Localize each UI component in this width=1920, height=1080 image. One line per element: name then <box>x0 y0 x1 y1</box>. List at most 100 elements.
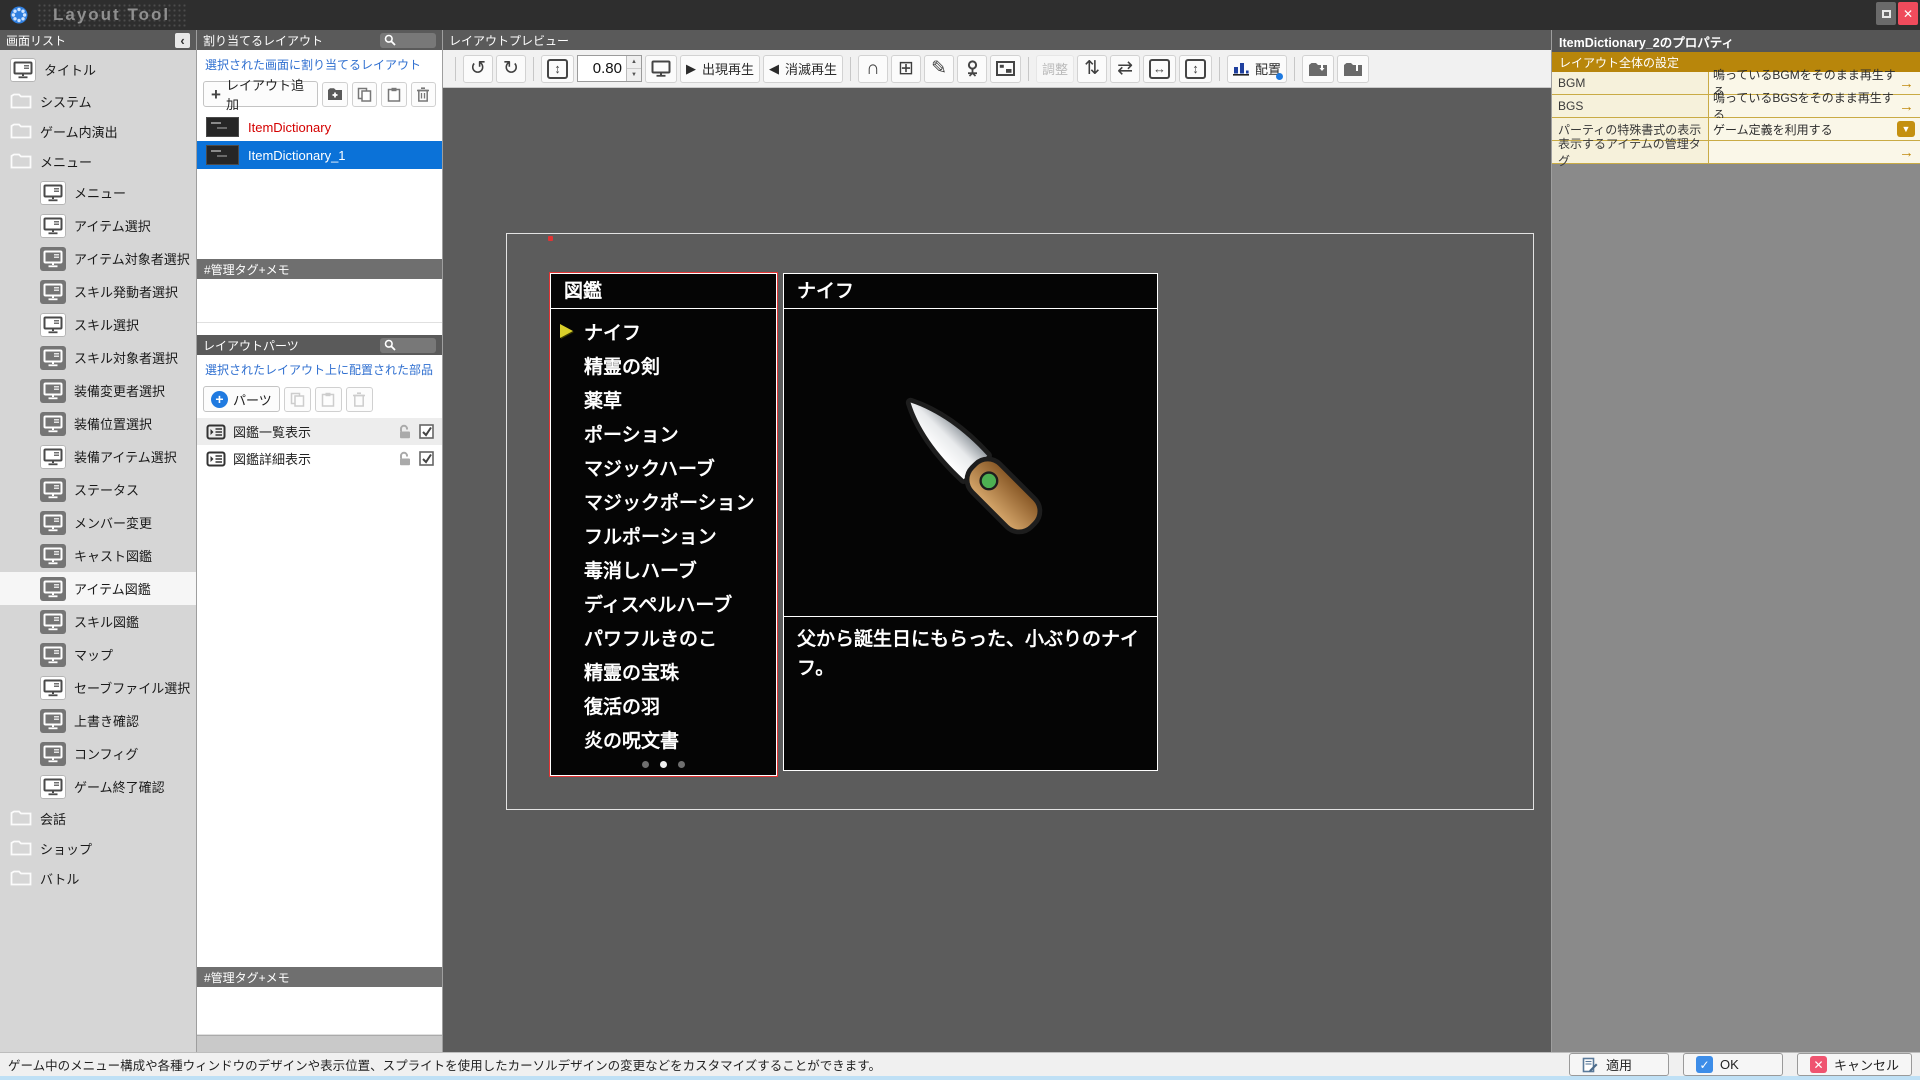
screen-list-label: システム <box>40 94 92 110</box>
maximize-button[interactable] <box>1876 2 1896 25</box>
part-list-icon <box>206 451 226 466</box>
screen-list-item[interactable]: バトル <box>0 863 196 893</box>
visible-checkbox[interactable] <box>419 424 434 439</box>
layout-search-box[interactable] <box>380 32 436 48</box>
dictionary-list-window[interactable]: 図鑑 ナイフ 精霊の剣 薬草 ポーション マジックハーブ マジックポーション フ… <box>549 272 778 777</box>
screen-size-button[interactable] <box>645 54 677 83</box>
screen-list-item[interactable]: 装備位置選択 <box>0 407 196 440</box>
copy-layout-button[interactable] <box>351 81 378 107</box>
screen-icon <box>40 576 66 601</box>
screen-list-item[interactable]: 上書き確認 <box>0 704 196 737</box>
preview-canvas[interactable]: 図鑑 ナイフ 精霊の剣 薬草 ポーション マジックハーブ マジックポーション フ… <box>443 88 1551 1052</box>
paste-part-button[interactable] <box>314 386 342 412</box>
screen-list-item[interactable]: スキル図鑑 <box>0 605 196 638</box>
screen-list-item[interactable]: コンフィグ <box>0 737 196 770</box>
assigned-layout-panel: 割り当てるレイアウト 選択された画面に割り当てるレイアウト + レイアウト追加 <box>197 30 443 1052</box>
screen-list-item[interactable]: スキル対象者選択 <box>0 341 196 374</box>
property-row[interactable]: 表示するアイテムの管理タグ → ▼ <box>1552 137 1920 168</box>
zoom-input[interactable] <box>578 56 626 81</box>
screen-list-label: スキル選択 <box>74 318 140 333</box>
add-part-button[interactable]: + パーツ <box>203 386 280 412</box>
screen-list-item[interactable]: キャスト図鑑 <box>0 539 196 572</box>
screen-list-item[interactable]: アイテム対象者選択 <box>0 242 196 275</box>
parts-search-box[interactable] <box>380 337 436 353</box>
undo-button[interactable]: ↺ <box>463 54 493 83</box>
layout-list-item[interactable]: ItemDictionary_1 <box>197 141 442 169</box>
appear-play-button[interactable]: ▶ 出現再生 <box>680 54 761 83</box>
screen-list-item[interactable]: メニュー <box>0 176 196 209</box>
grid-button[interactable]: ⊞ <box>891 54 922 83</box>
flip-vertical-button[interactable]: ⇅ <box>1077 54 1108 83</box>
thumbnail-layout-button[interactable] <box>990 54 1022 83</box>
screen-list-item[interactable]: ゲーム内演出 <box>0 116 196 146</box>
property-dropdown-icon[interactable]: ▼ <box>1897 121 1915 137</box>
dictionary-detail-window[interactable]: ナイフ 父から誕生日にもらった、小ぶりのナイフ。 <box>783 273 1158 771</box>
selection-cursor-icon <box>560 324 573 338</box>
property-detail-arrow[interactable]: → <box>1899 98 1916 115</box>
paste-icon <box>322 392 335 407</box>
screen-list-item[interactable]: 装備変更者選択 <box>0 374 196 407</box>
property-row[interactable]: BGS 鳴っているBGSをそのまま再生する → ▼ <box>1552 91 1920 122</box>
fit-to-window-button[interactable]: ↕ <box>541 54 574 83</box>
paste-layout-button[interactable] <box>381 81 407 107</box>
import-parts-button[interactable] <box>1302 54 1335 83</box>
copy-part-button[interactable] <box>283 386 311 412</box>
collapse-panel-button[interactable]: ‹ <box>175 32 190 48</box>
screen-list-item[interactable]: ゲーム終了確認 <box>0 770 196 803</box>
screen-list-item[interactable]: ショップ <box>0 833 196 863</box>
screen-list-item[interactable]: セーブファイル選択 <box>0 671 196 704</box>
screen-icon <box>10 57 36 82</box>
screen-list-item[interactable]: マップ <box>0 638 196 671</box>
screen-list-item[interactable]: 装備アイテム選択 <box>0 440 196 473</box>
flip-horizontal-button[interactable]: ⇄ <box>1110 54 1141 83</box>
stretch-vertical-button[interactable]: ↕ <box>1179 54 1213 83</box>
visible-checkbox[interactable] <box>419 451 434 466</box>
screen-list-item[interactable]: スキル選択 <box>0 308 196 341</box>
parts-memo-field[interactable] <box>197 987 442 1035</box>
screen-list-item[interactable]: スキル発動者選択 <box>0 275 196 308</box>
add-layout-button[interactable]: + レイアウト追加 <box>203 78 319 112</box>
part-name: 図鑑詳細表示 <box>233 452 312 467</box>
cancel-button[interactable]: ✕ キャンセル <box>1796 1053 1912 1076</box>
stretch-horizontal-button[interactable]: ↔ <box>1143 54 1177 83</box>
export-parts-button[interactable] <box>1337 54 1370 83</box>
property-value: ゲーム定義を利用する <box>1713 122 1833 137</box>
screen-list-item[interactable]: アイテム選択 <box>0 209 196 242</box>
add-layout-folder-button[interactable] <box>322 81 348 107</box>
property-detail-arrow[interactable]: → <box>1899 75 1916 92</box>
folder-icon <box>10 93 32 109</box>
snap-magnet-button[interactable]: ∩ <box>858 54 889 83</box>
zoom-up-button[interactable]: ▲ <box>627 56 641 69</box>
draw-pen-button[interactable]: ✎ <box>924 54 955 83</box>
layout-memo-field[interactable] <box>197 279 442 323</box>
screen-list-item[interactable]: タイトル <box>0 53 196 86</box>
vanish-play-button[interactable]: ◀ 消滅再生 <box>763 54 844 83</box>
part-list-item[interactable]: 図鑑一覧表示 <box>197 418 442 445</box>
unlocked-icon[interactable] <box>398 451 412 466</box>
arrange-button[interactable]: 配置 <box>1227 54 1288 83</box>
screen-list-label: 装備アイテム選択 <box>74 450 177 465</box>
folder-icon <box>10 153 32 169</box>
part-list-item[interactable]: 図鑑詳細表示 <box>197 445 442 472</box>
unlocked-icon[interactable] <box>398 424 412 439</box>
projector-button[interactable] <box>957 54 988 83</box>
zoom-down-button[interactable]: ▼ <box>627 69 641 81</box>
screen-list-item[interactable]: メンバー変更 <box>0 506 196 539</box>
screen-list-item[interactable]: アイテム図鑑 <box>0 572 196 605</box>
folder-export-icon <box>1344 61 1363 76</box>
apply-button[interactable]: 適用 <box>1568 1053 1669 1076</box>
screen-list-item[interactable]: ステータス <box>0 473 196 506</box>
layout-list-item[interactable]: ItemDictionary <box>197 113 442 141</box>
property-detail-arrow[interactable]: → <box>1899 144 1916 161</box>
screen-list-item[interactable]: システム <box>0 86 196 116</box>
redo-button[interactable]: ↻ <box>496 54 526 83</box>
close-button[interactable]: ✕ <box>1898 2 1918 25</box>
delete-part-button[interactable] <box>345 386 373 412</box>
screen-list-item[interactable]: 会話 <box>0 803 196 833</box>
delete-layout-button[interactable] <box>410 81 436 107</box>
screen-list-label: 上書き確認 <box>74 714 140 729</box>
screen-list-item[interactable]: メニュー <box>0 146 196 176</box>
adjust-button[interactable]: 調整 <box>1036 54 1075 83</box>
ok-button[interactable]: ✓ OK <box>1682 1053 1783 1076</box>
knife-image <box>905 397 1042 534</box>
